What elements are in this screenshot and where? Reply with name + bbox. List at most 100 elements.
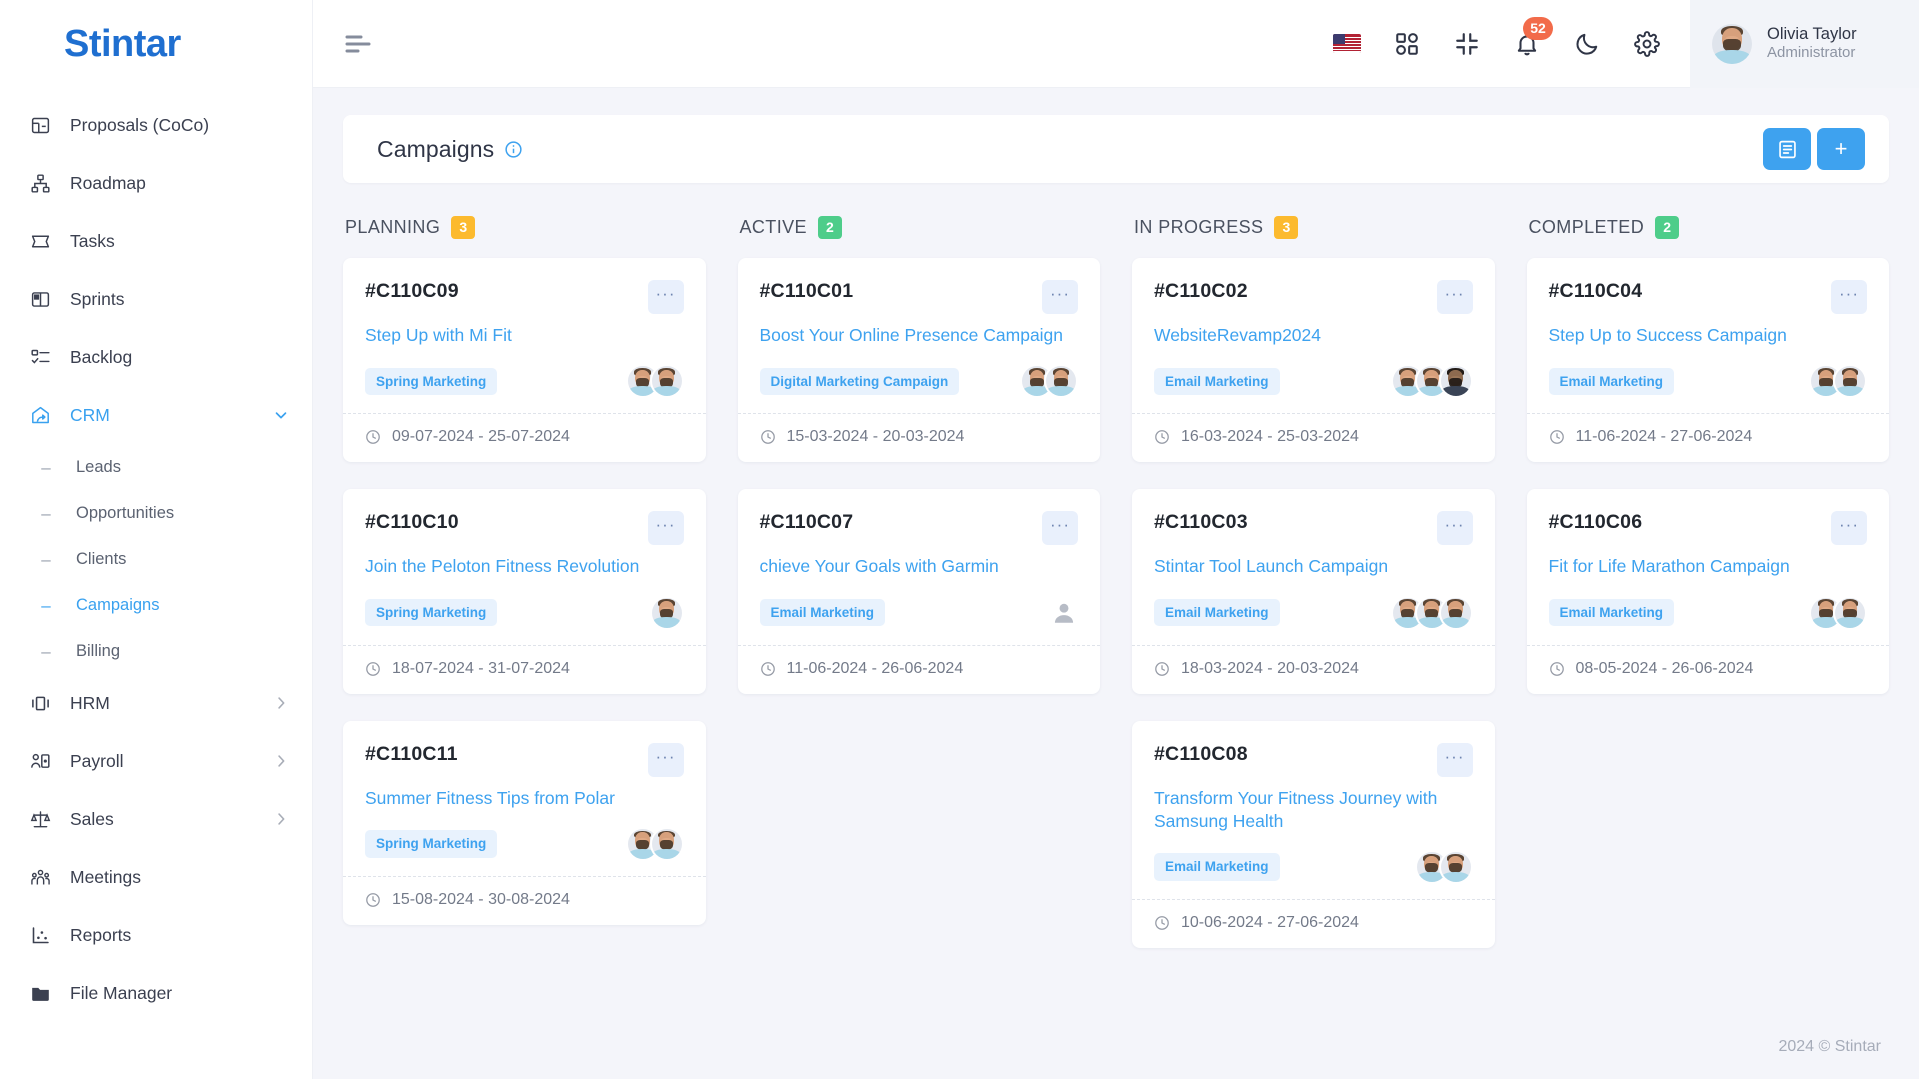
campaign-dates: 11-06-2024 - 26-06-2024 xyxy=(786,659,964,677)
sidebar-item-sales[interactable]: Sales xyxy=(0,790,312,848)
sidebar-subitem-campaigns[interactable]: – Campaigns xyxy=(0,582,312,628)
assignee-avatars xyxy=(625,826,684,861)
sidebar-subitem-opportunities[interactable]: – Opportunities xyxy=(0,490,312,536)
sidebar-item-crm[interactable]: CRM xyxy=(0,386,312,444)
sidebar-item-label: Sales xyxy=(70,808,114,829)
assignee-avatars xyxy=(1390,364,1473,399)
info-circle-icon[interactable] xyxy=(504,140,523,159)
sidebar-item-sprints[interactable]: Sprints xyxy=(0,270,312,328)
page-title: Campaigns xyxy=(377,135,495,162)
card-menu-button[interactable]: ··· xyxy=(1436,742,1473,777)
us-flag-icon[interactable] xyxy=(1330,27,1364,61)
campaign-card[interactable]: #C110C01 ··· Boost Your Online Presence Ca… xyxy=(737,258,1100,463)
apps-grid-icon[interactable] xyxy=(1390,27,1424,61)
sidebar-item-proposals-coco[interactable]: Proposals (CoCo) xyxy=(0,96,312,154)
brand-logo[interactable]: Stintar xyxy=(0,0,312,88)
dash-icon: – xyxy=(41,549,51,569)
card-top-row: #C110C02 ··· xyxy=(1154,280,1473,314)
campaign-card[interactable]: #C110C09 ··· Step Up with Mi Fit Spring Mar… xyxy=(343,258,706,463)
clock-icon xyxy=(760,429,776,445)
user-profile[interactable]: Olivia Taylor Administrator xyxy=(1690,0,1919,88)
campaign-name[interactable]: Join the Peloton Fitness Revolution xyxy=(365,555,684,578)
campaign-card[interactable]: #C110C02 ··· WebsiteRevamp2024 Email Market… xyxy=(1132,258,1495,463)
add-campaign-button[interactable]: + xyxy=(1817,128,1865,170)
campaign-dates: 18-07-2024 - 31-07-2024 xyxy=(392,659,570,677)
campaign-card[interactable]: #C110C03 ··· Stintar Tool Launch Campaign E… xyxy=(1132,489,1495,694)
hamburger-icon[interactable] xyxy=(345,27,379,61)
campaign-name[interactable]: Step Up to Success Campaign xyxy=(1549,324,1868,347)
avatar xyxy=(649,364,684,399)
campaign-name[interactable]: Stintar Tool Launch Campaign xyxy=(1154,555,1473,578)
campaign-name[interactable]: chieve Your Goals with Garmin xyxy=(760,555,1079,578)
campaign-name[interactable]: WebsiteRevamp2024 xyxy=(1154,324,1473,347)
card-menu-button[interactable]: ··· xyxy=(647,511,684,546)
card-top-row: #C110C04 ··· xyxy=(1549,280,1867,314)
campaign-card[interactable]: #C110C06 ··· Fit for Life Marathon Campaig… xyxy=(1526,489,1889,694)
chevron-down-icon xyxy=(272,406,290,424)
card-menu-button[interactable]: ··· xyxy=(647,742,684,777)
column-title: COMPLETED xyxy=(1528,216,1645,237)
sidebar-item-roadmap[interactable]: Roadmap xyxy=(0,154,312,212)
moon-icon[interactable] xyxy=(1570,27,1604,61)
card-top-row: #C110C11 ··· xyxy=(365,742,684,777)
card-menu-button[interactable]: ··· xyxy=(1042,280,1078,314)
column-title: IN PROGRESS xyxy=(1134,216,1264,237)
brand-name: Stintar xyxy=(64,22,181,65)
roadmap-icon xyxy=(28,171,52,195)
card-menu-button[interactable]: ··· xyxy=(1831,511,1867,546)
campaign-card[interactable]: #C110C08 ··· Transform Your Fitness Journe… xyxy=(1132,720,1495,949)
sidebar-item-meetings[interactable]: Meetings xyxy=(0,848,312,906)
campaign-tag: Email Marketing xyxy=(759,598,886,627)
sidebar-item-hrm[interactable]: HRM xyxy=(0,674,312,732)
column-title: PLANNING xyxy=(345,216,441,237)
sidebar-subitem-label: Clients xyxy=(76,549,127,568)
chevron-right-icon xyxy=(272,810,290,828)
campaign-name[interactable]: Summer Fitness Tips from Polar xyxy=(365,787,684,810)
card-meta-row: Email Marketing xyxy=(1548,363,1867,399)
crm-icon xyxy=(28,403,52,427)
card-meta-row: Spring Marketing xyxy=(365,595,684,631)
card-menu-button[interactable]: ··· xyxy=(1831,280,1867,314)
collapse-fullscreen-icon[interactable] xyxy=(1450,27,1484,61)
sidebar-item-file-manager[interactable]: File Manager xyxy=(0,964,312,1022)
assignee-avatars xyxy=(1020,364,1078,399)
card-meta-row: Email Marketing xyxy=(1154,595,1473,631)
campaign-name[interactable]: Fit for Life Marathon Campaign xyxy=(1549,555,1868,578)
column-header: PLANNING 3 xyxy=(343,210,706,244)
sidebar-item-label: Backlog xyxy=(70,346,133,367)
card-meta-row: Email Marketing xyxy=(1154,363,1473,399)
card-menu-button[interactable]: ··· xyxy=(1042,511,1078,546)
campaign-card[interactable]: #C110C07 ··· chieve Your Goals with Garmin… xyxy=(737,489,1100,694)
campaign-tag: Spring Marketing xyxy=(365,830,498,858)
notification-badge: 52 xyxy=(1523,16,1553,40)
sidebar-subitem-billing[interactable]: – Billing xyxy=(0,628,312,674)
campaign-name[interactable]: Boost Your Online Presence Campaign xyxy=(760,324,1079,347)
campaign-name[interactable]: Transform Your Fitness Journey with Sams… xyxy=(1154,787,1473,834)
meetings-icon xyxy=(28,865,52,889)
sidebar-subitem-leads[interactable]: – Leads xyxy=(0,444,312,490)
campaign-card[interactable]: #C110C10 ··· Join the Peloton Fitness Revo… xyxy=(343,489,706,694)
card-menu-button[interactable]: ··· xyxy=(1436,280,1473,314)
sidebar-item-payroll[interactable]: Payroll xyxy=(0,732,312,790)
card-menu-button[interactable]: ··· xyxy=(647,280,684,314)
sidebar-item-backlog[interactable]: Backlog xyxy=(0,328,312,386)
payroll-icon xyxy=(28,749,52,773)
chevron-right-icon xyxy=(272,694,290,712)
list-view-button[interactable] xyxy=(1763,128,1811,170)
campaign-card[interactable]: #C110C11 ··· Summer Fitness Tips from Pola… xyxy=(343,720,706,925)
sidebar-item-reports[interactable]: Reports xyxy=(0,906,312,964)
sidebar-subitem-clients[interactable]: – Clients xyxy=(0,536,312,582)
card-menu-button[interactable]: ··· xyxy=(1436,511,1473,546)
sidebar-item-tasks[interactable]: Tasks xyxy=(0,212,312,270)
campaign-card[interactable]: #C110C04 ··· Step Up to Success Campaign Em… xyxy=(1526,258,1889,463)
campaign-name[interactable]: Step Up with Mi Fit xyxy=(365,324,684,347)
hrm-icon xyxy=(28,691,52,715)
app-root: Stintar Proposals (CoCo) Roadmap Tasks Spri… xyxy=(0,0,1919,1079)
user-role: Administrator xyxy=(1767,44,1856,62)
sidebar: Stintar Proposals (CoCo) Roadmap Tasks Spri… xyxy=(0,0,313,1079)
card-meta-row: Email Marketing xyxy=(1154,849,1473,885)
gear-icon[interactable] xyxy=(1630,27,1664,61)
clock-icon xyxy=(365,429,381,445)
user-placeholder-icon xyxy=(1050,599,1078,627)
bell-icon[interactable]: 52 xyxy=(1510,16,1553,61)
